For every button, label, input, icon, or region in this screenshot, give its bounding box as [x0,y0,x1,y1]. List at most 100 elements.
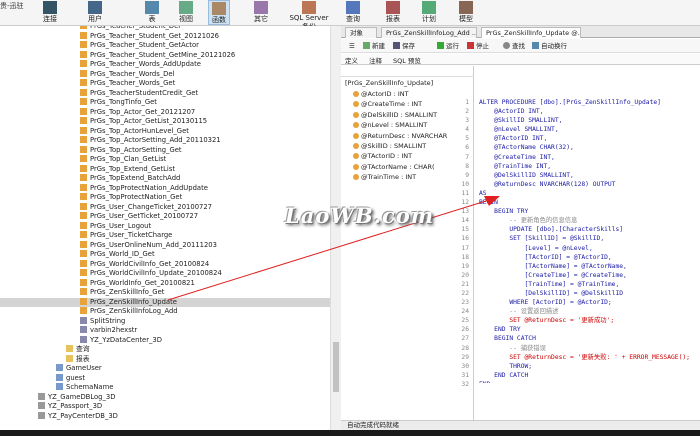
toolbar-icon [459,1,473,14]
tab-2[interactable]: PrGs_ZenSkillInfo_Update @... [481,27,581,38]
tree-database[interactable]: YZ_GameDBLog_3D [38,392,115,403]
tree-item[interactable]: PrGs_TopExtend_BatchAdd [80,174,180,184]
code-line: @DelSkillID SMALLINT, [479,171,574,179]
item-icon [80,202,87,210]
code-line: -- 更新角色的信息信息 [479,217,578,225]
line-number: 28 [461,344,469,352]
tab-1[interactable]: PrGs_ZenSkillInfoLog_Add ... [381,27,477,38]
object-panel-toolbar [341,66,474,77]
toolbar-button-4[interactable]: 函数 [208,0,230,25]
item-icon [80,221,87,229]
tree-item[interactable]: PrGs_TopProtectNation_AddUpdate [80,183,208,194]
stop-icon [467,42,474,49]
tree-item[interactable]: YZ_YzDataCenter_3D [80,335,162,346]
tree-item[interactable]: PrGs_Top_ActorSetting_Add_20110321 [80,136,221,146]
line-number: 24 [461,308,469,316]
line-number: 8 [465,162,469,170]
tree-item[interactable]: PrGs_User_ChangeTicket_20100727 [80,202,212,213]
toolbar-button-0[interactable]: 连接 [40,0,60,25]
tree-item[interactable]: PrGs_World_ID_Get [80,250,155,260]
tree-item[interactable]: PrGs_Top_ActorSetting_Get [80,145,182,156]
new-button[interactable]: 新建 [363,41,385,51]
tab-sql-preview[interactable]: SQL 预览 [393,55,421,65]
toolbar-icon [254,1,268,14]
tree-item[interactable]: PrGs_Teacher_Student_Get_20121026 [80,31,219,42]
item-icon [38,402,45,409]
stop-button[interactable]: 停止 [467,41,489,51]
tree-folder[interactable]: 报表 [66,354,90,365]
tree-item[interactable]: PrGs_TopProtectNation_Get [80,193,182,203]
tree-item[interactable]: PrGs_UserOnlineNum_Add_20111203 [80,240,217,251]
toolbar-button-1[interactable]: 用户 [85,0,105,25]
tree-database[interactable]: YZ_Passport_3D [38,402,102,412]
menu-icon[interactable]: ☰ [349,41,355,51]
tree-item[interactable]: PrGs_Top_Extend_GetList [80,164,175,175]
line-number: 30 [461,362,469,370]
tree-item[interactable]: PrGs_WorldInfo_Get_20100821 [80,278,195,289]
tree-item[interactable]: PrGs_Top_Actor_GetList_20130115 [80,117,207,127]
tree-item[interactable]: SplitString [80,316,125,327]
item-icon [80,183,87,191]
toolbar-button-3[interactable]: 视图 [175,0,197,25]
tab-comment[interactable]: 注释 [369,55,382,65]
save-button[interactable]: 保存 [393,41,415,51]
tree-item[interactable]: PrGs_WorldCivilInfo_Get_20100824 [80,259,209,270]
toolbar-button-6[interactable]: SQL Server 备份 [285,0,333,31]
tree-item[interactable]: PrGs_Teacher_Student_GetMine_20121026 [80,50,235,61]
item-icon [80,288,87,295]
item-icon [66,354,73,362]
definition-tabs: 定义 注释 SQL 预览 [341,54,700,65]
tree-item[interactable]: varbin2hexstr [80,326,137,336]
item-icon [80,164,87,172]
status-bar: 自动完成代码就绪 [341,420,700,430]
code-line: @nLevel SMALLINT, [479,126,559,134]
tree-scrollbar[interactable] [330,26,340,430]
tree-item[interactable]: PrGs_TeacherStudentCredit_Get [80,88,198,99]
toolbar-button-8[interactable]: 报表 [382,0,404,25]
find-button[interactable]: 查找 [503,41,525,51]
tree-item[interactable]: PrGs_User_TicketCharge [80,231,172,241]
tree-item[interactable]: PrGs_WorldCivilInfo_Update_20100824 [80,269,222,279]
save-icon [393,42,400,49]
item-icon [80,240,87,248]
tree-item[interactable]: PrGs_User_Logout [80,221,151,232]
item-icon [80,259,87,267]
tree-item[interactable]: PrGs_Top_Clan_GetList [80,155,166,165]
tree-item[interactable]: PrGs_User_GetTicket_20100727 [80,212,198,222]
tab-0[interactable]: 对象 [345,27,377,38]
line-number: 1 [465,99,469,106]
tree-user[interactable]: SchemaName [56,383,113,393]
code-line: @TrainTime INT, [479,162,552,170]
tree-item[interactable]: PrGs_Top_ActorHunLevel_Get [80,126,189,137]
tab-definition[interactable]: 定义 [345,55,358,65]
code-line: SET @ReturnDesc = '更新失败: ' + ERROR_MESSA… [479,353,690,361]
tree-item[interactable]: PrGs_TongTinfo_Get [80,98,157,108]
object-title[interactable]: [PrGs_ZenSkillInfo_Update] [345,78,473,88]
item-icon [80,145,87,153]
tree-item[interactable]: PrGs_Top_Actor_Get_20121207 [80,107,195,118]
tree-database[interactable]: YZ_PayCenterDB_3D [38,411,118,422]
tree-folder[interactable]: 查询 [66,345,90,355]
item-icon [38,392,45,400]
tree-user[interactable]: GameUser [56,364,102,374]
tree-item[interactable]: PrGs_ZenSkillInfo_Update [0,297,330,307]
item-icon [80,278,87,286]
object-tree[interactable]: PrGs_Teacher_Student_Del PrGs_Teacher_Stu… [0,26,340,430]
sql-code-editor[interactable]: ALTER PROCEDURE [dbo].[PrGs_ZenSkillInfo… [479,98,700,383]
tree-item[interactable]: PrGs_ZenSkillInfo_Get [80,288,164,298]
tree-item[interactable]: PrGs_Teacher_Words_Get [80,79,175,89]
toolbar-button-7[interactable]: 查询 [342,0,364,25]
toolbar-button-2[interactable]: 表 [143,0,161,25]
scroll-thumb[interactable] [333,342,339,392]
tree-user[interactable]: guest [56,373,85,384]
tree-item[interactable]: PrGs_Teacher_Words_Del [80,69,174,80]
tree-item[interactable]: PrGs_Teacher_Words_AddUpdate [80,60,201,70]
run-button[interactable]: 运行 [437,41,459,51]
tree-item[interactable]: PrGs_Teacher_Student_GetActor [80,41,199,51]
toolbar-button-5[interactable]: 其它 [250,0,272,25]
toolbar-button-10[interactable]: 模型 [455,0,477,25]
autowrap-button[interactable]: 自动换行 [532,41,567,51]
toolbar-icon [88,1,102,14]
tree-item[interactable]: PrGs_ZenSkillInfoLog_Add [80,307,178,317]
toolbar-button-9[interactable]: 计划 [418,0,440,25]
